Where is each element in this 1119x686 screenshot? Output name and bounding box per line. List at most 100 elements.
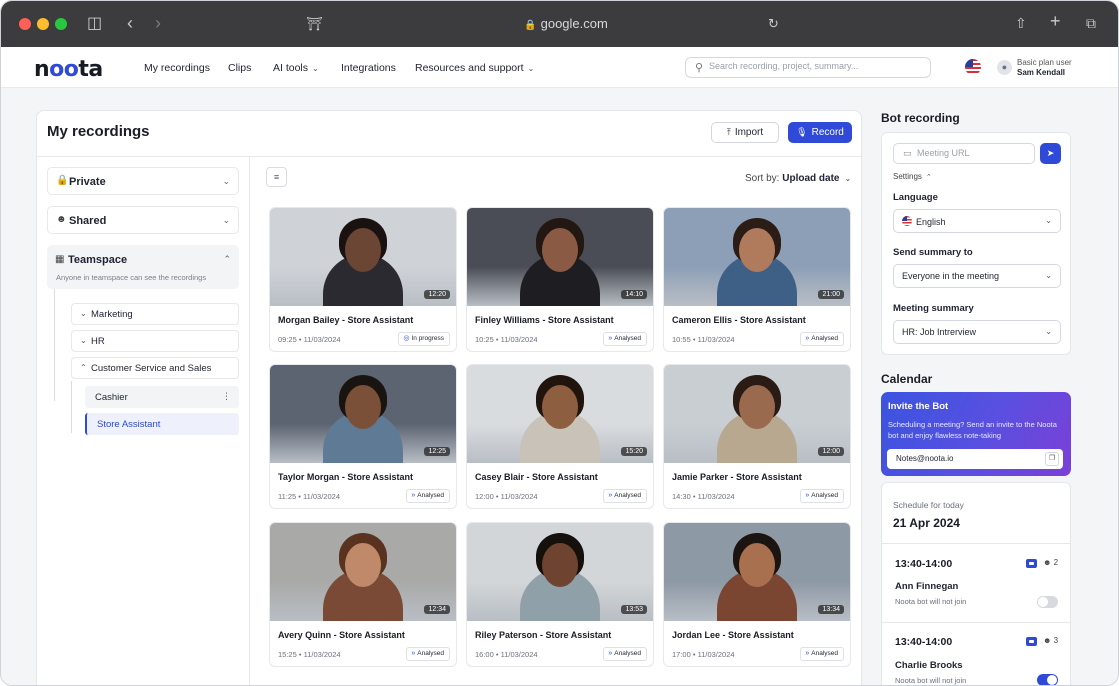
sparkle-icon: » [608, 492, 613, 499]
search-input[interactable] [709, 61, 924, 71]
user-name[interactable]: Sam Kendall [1017, 68, 1065, 77]
user-avatar[interactable]: ● [997, 60, 1012, 75]
recording-title[interactable]: Jamie Parker - Store Assistant [672, 472, 802, 482]
sort-dropdown[interactable]: Sort by: Upload date ⌄ [745, 173, 851, 184]
video-thumbnail[interactable]: 12:20 [270, 208, 456, 306]
folder-private[interactable]: 🔒 Private ⌄ [47, 167, 239, 195]
folder-marketing[interactable]: ⌄ Marketing [71, 303, 239, 325]
video-thumbnail[interactable]: 13:34 [664, 523, 850, 621]
record-button[interactable]: 🎙 Record [788, 122, 852, 143]
nav-label: Clips [228, 62, 252, 74]
bot-recording-card: ▭ ➤ Settings⌃ Language English ⌄ Send su… [881, 132, 1071, 355]
tab-overview-icon[interactable]: ⧉ [1086, 15, 1096, 31]
language-select[interactable]: English ⌄ [893, 209, 1061, 233]
recording-card[interactable]: 15:20 Casey Blair - Store Assistant 12:00 … [466, 364, 654, 509]
recording-datetime: 14:30 • 11/03/2024 [672, 492, 735, 501]
recording-title[interactable]: Casey Blair - Store Assistant [475, 472, 598, 482]
send-bot-button[interactable]: ➤ [1040, 143, 1061, 164]
recording-card[interactable]: 12:00 Jamie Parker - Store Assistant 14:30… [663, 364, 851, 509]
recording-card[interactable]: 13:53 Riley Paterson - Store Assistant 16:… [466, 522, 654, 667]
nav-label: Resources and support [415, 62, 524, 74]
video-thumbnail[interactable]: 12:25 [270, 365, 456, 463]
person-face [739, 228, 775, 272]
meeting-url-input[interactable] [917, 148, 1027, 158]
recording-title[interactable]: Taylor Morgan - Store Assistant [278, 472, 413, 482]
send-summary-select[interactable]: Everyone in the meeting ⌄ [893, 264, 1061, 288]
share-icon[interactable]: ⇧ [1015, 15, 1027, 31]
us-flag-icon[interactable] [965, 59, 981, 75]
close-window-button[interactable] [19, 18, 31, 30]
folder-shared[interactable]: ☻ Shared ⌄ [47, 206, 239, 234]
folder-cashier[interactable]: Cashier ⋮ [85, 386, 239, 408]
status-badge: » Analysed [603, 647, 647, 661]
event-time: 13:40-14:00 [895, 636, 953, 648]
nav-my-recordings[interactable]: My recordings [144, 62, 210, 74]
settings-toggle[interactable]: Settings ⌃ [893, 172, 932, 181]
recording-title[interactable]: Jordan Lee - Store Assistant [672, 630, 794, 640]
user-plan: Basic plan user [1017, 58, 1072, 67]
building-icon: ▦ [55, 254, 65, 265]
import-button[interactable]: ⤒ Import [711, 122, 779, 143]
copy-icon[interactable]: ❐ [1045, 452, 1059, 466]
sparkle-icon: » [411, 492, 416, 499]
recording-card[interactable]: 12:34 Avery Quinn - Store Assistant 15:25 … [269, 522, 457, 667]
meeting-summary-select[interactable]: HR: Job Intrerview ⌄ [893, 320, 1061, 344]
person-face [739, 385, 775, 429]
invite-email-field[interactable]: Notes@noota.io ❐ [887, 449, 1063, 469]
recording-card[interactable]: 13:34 Jordan Lee - Store Assistant 17:00 •… [663, 522, 851, 667]
bot-join-toggle[interactable] [1037, 674, 1058, 685]
nav-integrations[interactable]: Integrations [341, 62, 396, 74]
video-thumbnail[interactable]: 12:34 [270, 523, 456, 621]
minimize-window-button[interactable] [37, 18, 49, 30]
microphone-icon: 🎙 [796, 127, 808, 137]
duration-badge: 12:34 [424, 605, 450, 614]
recording-title[interactable]: Riley Paterson - Store Assistant [475, 630, 611, 640]
new-tab-icon[interactable]: + [1050, 12, 1061, 30]
video-thumbnail[interactable]: 13:53 [467, 523, 653, 621]
recording-title[interactable]: Finley Williams - Store Assistant [475, 315, 614, 325]
tree-connector [71, 381, 72, 433]
recording-card[interactable]: 12:20 Morgan Bailey - Store Assistant 09:2… [269, 207, 457, 352]
back-icon[interactable]: ‹ [127, 14, 133, 32]
folder-store-assistant[interactable]: Store Assistant [85, 413, 239, 435]
noota-logo[interactable]: noota [34, 57, 103, 82]
address-bar[interactable]: 🔒 google.com [481, 16, 651, 31]
video-thumbnail[interactable]: 15:20 [467, 365, 653, 463]
sort-value: Upload date [782, 173, 840, 184]
reload-icon[interactable]: ↻ [768, 16, 779, 32]
folder-hr[interactable]: ⌄ HR [71, 330, 239, 352]
video-thumbnail[interactable]: 14:10 [467, 208, 653, 306]
meeting-summary-value: HR: Job Intrerview [902, 327, 977, 337]
record-label: Record [811, 127, 844, 138]
bot-join-toggle[interactable] [1037, 596, 1058, 608]
chevron-down-icon: ⌄ [1045, 271, 1052, 280]
upload-icon: ⤒ [726, 127, 731, 137]
nav-ai-tools[interactable]: AI tools ⌄ [273, 62, 319, 74]
recording-card[interactable]: 14:10 Finley Williams - Store Assistant 10… [466, 207, 654, 352]
recording-time: 14:30 [672, 492, 691, 501]
recording-card[interactable]: 21:00 Cameron Ellis - Store Assistant 10:5… [663, 207, 851, 352]
chevron-down-icon: ⌄ [80, 309, 87, 318]
person-face [345, 385, 381, 429]
recording-card[interactable]: 12:25 Taylor Morgan - Store Assistant 11:2… [269, 364, 457, 509]
recording-time: 17:00 [672, 650, 691, 659]
maximize-window-button[interactable] [55, 18, 67, 30]
nav-resources-support[interactable]: Resources and support ⌄ [415, 62, 534, 74]
forward-icon[interactable]: › [155, 14, 161, 32]
folder-teamspace[interactable]: ▦ Teamspace ⌃ Anyone in teamspace can se… [47, 245, 239, 289]
video-thumbnail[interactable]: 21:00 [664, 208, 850, 306]
sidebar-toggle-icon[interactable]: ◫ [87, 16, 102, 32]
recording-title[interactable]: Cameron Ellis - Store Assistant [672, 315, 806, 325]
video-thumbnail[interactable]: 12:00 [664, 365, 850, 463]
recording-date: 11/03/2024 [500, 650, 538, 659]
folder-customer-service-sales[interactable]: ⌃ Customer Service and Sales [71, 357, 239, 379]
chevron-down-icon: ⌄ [1045, 216, 1052, 225]
recording-title[interactable]: Avery Quinn - Store Assistant [278, 630, 405, 640]
recording-time: 15:25 [278, 650, 297, 659]
recording-title[interactable]: Morgan Bailey - Store Assistant [278, 315, 413, 325]
nav-clips[interactable]: Clips [228, 62, 251, 74]
status-text: Analysed [614, 335, 641, 342]
filter-button[interactable]: ≡ [266, 167, 287, 187]
privacy-shield-icon[interactable]: ⛩ [306, 16, 323, 32]
more-options-icon[interactable]: ⋮ [222, 391, 231, 402]
